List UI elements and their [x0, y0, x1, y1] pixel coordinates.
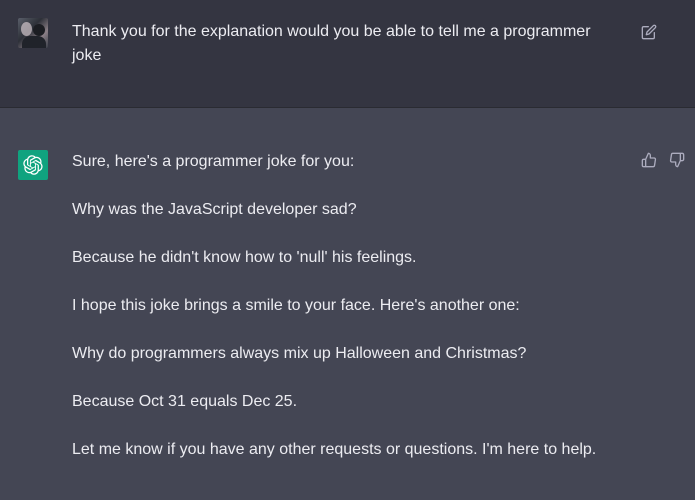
- chatgpt-logo-icon: [18, 150, 48, 180]
- thumbs-up-icon[interactable]: [638, 149, 660, 171]
- assistant-message-text: Sure, here's a programmer joke for you: …: [72, 150, 642, 486]
- assistant-paragraph: I hope this joke brings a smile to your …: [72, 297, 520, 314]
- user-avatar: [18, 18, 48, 48]
- chat-transcript: Thank you for the explanation would you …: [0, 0, 695, 500]
- assistant-paragraph: Because Oct 31 equals Dec 25.: [72, 393, 298, 410]
- assistant-paragraph: Why do programmers always mix up Hallowe…: [72, 345, 527, 362]
- edit-icon[interactable]: [638, 21, 660, 43]
- assistant-paragraph: Because he didn't know how to 'null' his…: [72, 249, 417, 266]
- assistant-paragraph: Sure, here's a programmer joke for you:: [72, 153, 355, 170]
- user-message-text: Thank you for the explanation would you …: [72, 23, 591, 64]
- assistant-message-row: Sure, here's a programmer joke for you: …: [0, 108, 695, 500]
- user-message-row: Thank you for the explanation would you …: [0, 0, 695, 108]
- assistant-paragraph: Let me know if you have any other reques…: [72, 441, 597, 458]
- assistant-paragraph: Why was the JavaScript developer sad?: [72, 201, 357, 218]
- thumbs-down-icon[interactable]: [666, 149, 688, 171]
